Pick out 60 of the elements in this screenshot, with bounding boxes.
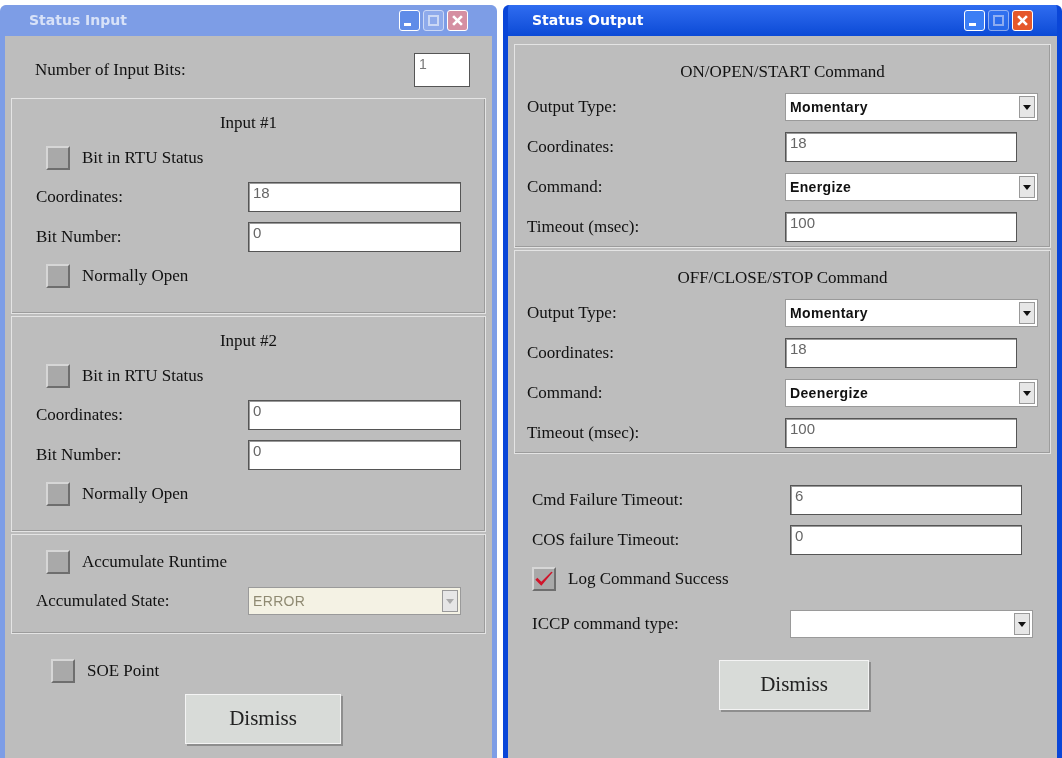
checkbox-label: Normally Open bbox=[82, 483, 189, 506]
checkbox[interactable] bbox=[46, 482, 70, 506]
field-label: Cmd Failure Timeout: bbox=[532, 489, 685, 512]
field-label: Coordinates: bbox=[36, 404, 124, 427]
field-label: Timeout (msec): bbox=[527, 422, 641, 445]
checkbox[interactable] bbox=[46, 364, 70, 388]
close-icon bbox=[452, 15, 463, 26]
window-title: Status Input bbox=[29, 11, 128, 30]
input-field[interactable]: 18 bbox=[785, 338, 1017, 368]
dismiss-button[interactable]: Dismiss bbox=[185, 694, 341, 744]
section-heading: ON/OPEN/START Command bbox=[679, 61, 886, 83]
checkbox-label: Normally Open bbox=[82, 265, 189, 288]
minimize-button[interactable] bbox=[399, 10, 420, 31]
checkbox-label: SOE Point bbox=[87, 660, 160, 683]
window-title: Status Output bbox=[532, 11, 645, 30]
field-label: Bit Number: bbox=[36, 444, 123, 467]
field-label: Coordinates: bbox=[527, 136, 615, 159]
checkbox-label: Accumulate Runtime bbox=[82, 551, 227, 574]
close-icon bbox=[1017, 15, 1028, 26]
checkbox[interactable] bbox=[46, 146, 70, 170]
field-label: Output Type: bbox=[527, 302, 618, 325]
minimize-button[interactable] bbox=[964, 10, 985, 31]
field-label: Bit Number: bbox=[36, 226, 123, 249]
dropdown[interactable]: Deenergize bbox=[785, 379, 1038, 407]
checkbox[interactable] bbox=[46, 264, 70, 288]
field-label: Command: bbox=[527, 176, 604, 199]
input-field[interactable]: 18 bbox=[785, 132, 1017, 162]
field-label: Coordinates: bbox=[527, 342, 615, 365]
field-label: Coordinates: bbox=[36, 186, 124, 209]
input-field[interactable]: 0 bbox=[248, 400, 461, 430]
dismiss-button[interactable]: Dismiss bbox=[719, 660, 869, 710]
dropdown[interactable]: Momentary bbox=[785, 93, 1038, 121]
checkbox[interactable] bbox=[51, 659, 75, 683]
checkbox-label: Log Command Success bbox=[568, 568, 729, 591]
field-label: Command: bbox=[527, 382, 604, 405]
field-label: Timeout (msec): bbox=[527, 216, 641, 239]
input-field[interactable]: 6 bbox=[790, 485, 1022, 515]
checkbox[interactable] bbox=[532, 567, 556, 591]
close-button[interactable] bbox=[447, 10, 468, 31]
dropdown[interactable]: Momentary bbox=[785, 299, 1038, 327]
section-heading: Input #2 bbox=[218, 330, 279, 352]
close-button[interactable] bbox=[1012, 10, 1033, 31]
input-field[interactable]: 0 bbox=[790, 525, 1022, 555]
input-field[interactable]: 100 bbox=[785, 212, 1017, 242]
section-heading: Input #1 bbox=[218, 112, 279, 134]
field-label: Accumulated State: bbox=[36, 590, 171, 613]
input-field[interactable]: 100 bbox=[785, 418, 1017, 448]
field-label: COS failure Timeout: bbox=[532, 529, 681, 552]
checkbox-label: Bit in RTU Status bbox=[82, 365, 204, 388]
input-field[interactable]: 0 bbox=[248, 440, 461, 470]
field-label: Output Type: bbox=[527, 96, 618, 119]
input-field[interactable]: 0 bbox=[248, 222, 461, 252]
field-label: ICCP command type: bbox=[532, 613, 680, 636]
dropdown[interactable]: Energize bbox=[785, 173, 1038, 201]
field-label: Number of Input Bits: bbox=[35, 59, 186, 82]
input-field[interactable]: 18 bbox=[248, 182, 461, 212]
input-field[interactable]: 1 bbox=[414, 53, 470, 87]
section-heading: OFF/CLOSE/STOP Command bbox=[676, 267, 889, 289]
checkbox-label: Bit in RTU Status bbox=[82, 147, 204, 170]
checkbox[interactable] bbox=[46, 550, 70, 574]
